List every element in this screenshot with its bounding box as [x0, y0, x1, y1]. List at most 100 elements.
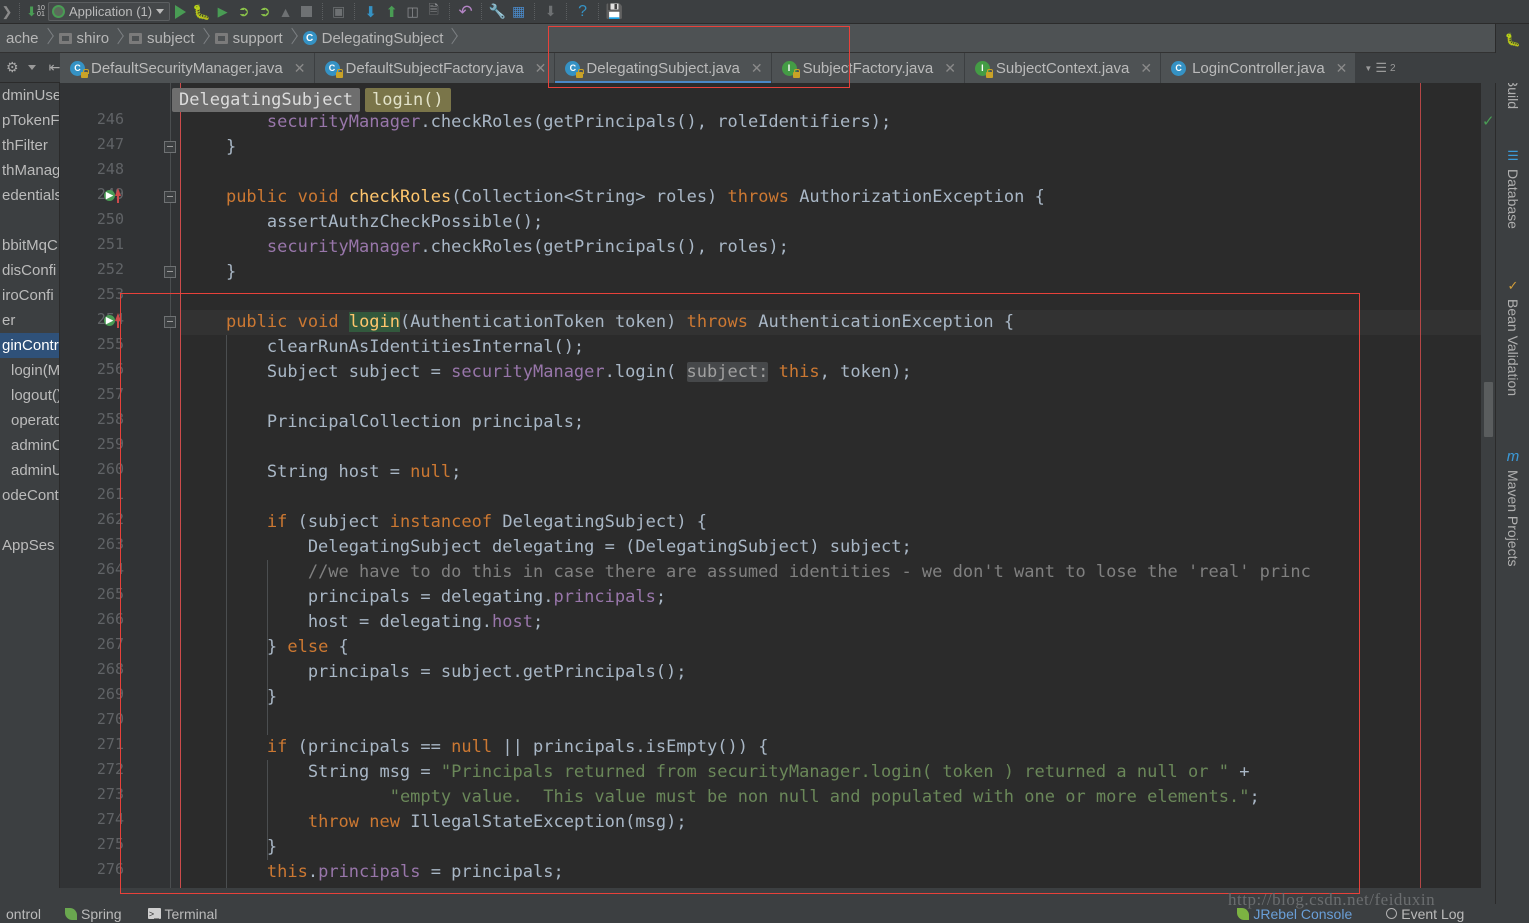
code-line[interactable]: } — [185, 135, 236, 160]
code-line[interactable]: securityManager.checkRoles(getPrincipals… — [185, 110, 891, 135]
structure-item[interactable] — [0, 508, 59, 533]
fold-toggle-icon[interactable] — [164, 266, 176, 278]
code-line[interactable]: assertAuthzCheckPossible(); — [185, 210, 543, 235]
structure-item[interactable]: disConfi — [0, 258, 59, 283]
structure-item[interactable]: AppSes — [0, 533, 59, 558]
breadcrumb-item-3[interactable]: support — [209, 24, 287, 53]
breadcrumb-item-4[interactable]: C DelegatingSubject — [297, 24, 448, 53]
code-line[interactable]: } — [185, 260, 236, 285]
jrebel-debug-icon[interactable]: ➲ — [254, 2, 275, 22]
breadcrumb-item-2[interactable]: subject — [123, 24, 199, 53]
breadcrumb-item-0[interactable]: ache — [0, 24, 43, 53]
fold-toggle-icon[interactable] — [164, 141, 176, 153]
nav-forward-icon[interactable]: ❯ — [0, 4, 14, 20]
code-line[interactable]: throw new IllegalStateException(msg); — [185, 810, 687, 835]
editor-gutter[interactable]: 2462472482492502512522532542552562572582… — [60, 83, 180, 888]
gutter-run-marker[interactable]: ▶ — [104, 313, 121, 328]
chevron-down-icon[interactable] — [27, 65, 36, 70]
structure-item[interactable]: pTokenF — [0, 108, 59, 133]
close-icon[interactable]: ✕ — [1336, 60, 1348, 77]
code-line[interactable]: } — [185, 685, 277, 710]
code-line[interactable]: principals = subject.getPrincipals(); — [185, 660, 687, 685]
editor-tab-bar[interactable]: C DefaultSecurityManager.java ✕ C DefaultSub… — [60, 53, 1529, 83]
code-line[interactable]: clearRunAsIdentitiesInternal(); — [185, 335, 584, 360]
code-line[interactable]: public void checkRoles(Collection<String… — [185, 185, 1045, 210]
step-over-icon[interactable]: ⬇ 10 01 — [25, 2, 46, 22]
gear-icon[interactable]: ⚙ — [6, 59, 19, 76]
status-item-version-control[interactable]: ontrol — [2, 906, 41, 922]
tool-button-database[interactable]: ☰ Database — [1496, 144, 1529, 229]
code-editor[interactable]: 2462472482492502512522532542552562572582… — [60, 83, 1495, 888]
chip-method-name[interactable]: login() — [365, 88, 451, 112]
structure-item[interactable]: odeCont — [0, 483, 59, 508]
code-line[interactable]: PrincipalCollection principals; — [185, 410, 584, 435]
code-line[interactable]: if (subject instanceof DelegatingSubject… — [185, 510, 707, 535]
close-icon[interactable]: ✕ — [944, 60, 956, 77]
run-configuration-selector[interactable]: Application (1) — [48, 2, 171, 21]
structure-item[interactable]: operato — [0, 408, 59, 433]
code-line[interactable]: this.authenticated = true; — [185, 885, 533, 888]
code-line[interactable]: "empty value. This value must be non nul… — [185, 785, 1260, 810]
tab-overflow-control[interactable]: ▼ ☰ 2 — [1356, 53, 1403, 83]
close-icon[interactable]: ✕ — [535, 60, 547, 77]
status-item-terminal[interactable]: >_ Terminal — [147, 906, 217, 922]
undo-icon[interactable]: ↶ — [455, 2, 476, 22]
structure-panel[interactable]: dminUser pTokenF thFilter thManag edentials b… — [0, 83, 60, 888]
editor-tab-subjectfactory[interactable]: I SubjectFactory.java ✕ — [771, 53, 965, 83]
structure-item[interactable]: login(M — [0, 358, 59, 383]
run-with-coverage-icon[interactable]: ▶ — [212, 2, 233, 22]
code-line[interactable]: this.principals = principals; — [185, 860, 564, 885]
fold-toggle-icon[interactable] — [164, 191, 176, 203]
code-line[interactable]: if (principals == null || principals.isE… — [185, 735, 769, 760]
breadcrumb-item-1[interactable]: shiro — [53, 24, 114, 53]
chip-class-name[interactable]: DelegatingSubject — [172, 88, 360, 112]
close-icon[interactable]: ✕ — [294, 60, 306, 77]
code-line[interactable]: Subject subject = securityManager.login(… — [185, 360, 912, 385]
structure-item[interactable]: logout() — [0, 383, 59, 408]
editor-tab-defaultsecuritymanager[interactable]: C DefaultSecurityManager.java ✕ — [60, 53, 315, 83]
editor-tab-delegatingsubject[interactable]: C DelegatingSubject.java ✕ — [555, 53, 772, 83]
chevron-down-icon[interactable]: ▼ — [1364, 64, 1372, 73]
close-icon[interactable]: ✕ — [751, 60, 763, 77]
code-line[interactable]: String msg = "Principals returned from s… — [185, 760, 1250, 785]
vcs-update-icon[interactable]: ⬇ — [360, 2, 381, 22]
vertical-scrollbar[interactable] — [1484, 382, 1493, 437]
structure-item[interactable]: dminUser — [0, 83, 59, 108]
tool-button-bean-validation[interactable]: ✓ Bean Validation — [1496, 274, 1529, 396]
structure-item[interactable]: thFilter — [0, 133, 59, 158]
structure-item[interactable]: adminC — [0, 433, 59, 458]
code-text-area[interactable]: securityManager.checkRoles(getPrincipals… — [180, 83, 1495, 888]
code-line[interactable]: DelegatingSubject delegating = (Delegati… — [185, 535, 912, 560]
run-gutter-icon[interactable]: ▶ — [104, 315, 115, 326]
structure-item[interactable]: adminU — [0, 458, 59, 483]
jrebel-run-icon[interactable]: ➲ — [233, 2, 254, 22]
editor-tab-defaultsubjectfactory[interactable]: C DefaultSubjectFactory.java ✕ — [314, 53, 556, 83]
gutter-run-marker[interactable]: ▶ — [104, 188, 121, 203]
editor-tab-logincontroller[interactable]: C LoginController.java ✕ — [1161, 53, 1357, 83]
structure-item[interactable]: thManag — [0, 158, 59, 183]
code-line[interactable]: //we have to do this in case there are a… — [185, 560, 1311, 585]
help-icon[interactable]: ? — [572, 2, 593, 22]
close-icon[interactable]: ✕ — [1140, 60, 1152, 77]
run-gutter-icon[interactable]: ▶ — [104, 190, 115, 201]
code-line[interactable]: } — [185, 835, 277, 860]
vcs-commit-icon[interactable]: ⬆ — [381, 2, 402, 22]
fold-toggle-icon[interactable] — [164, 316, 176, 328]
editor-tab-subjectcontext[interactable]: I SubjectContext.java ✕ — [964, 53, 1162, 83]
structure-icon[interactable]: ▦ — [508, 2, 529, 22]
settings-icon[interactable]: 🔧 — [487, 2, 508, 22]
collapse-panel-icon[interactable]: ⇤ — [49, 59, 61, 76]
code-line[interactable]: host = delegating.host; — [185, 610, 543, 635]
structure-item[interactable]: edentials — [0, 183, 59, 208]
disk-icon[interactable]: 💾 — [604, 2, 625, 22]
run-icon[interactable] — [170, 2, 191, 22]
structure-item[interactable]: iroConfi — [0, 283, 59, 308]
debug-icon[interactable]: 🐛 — [191, 2, 212, 22]
code-line[interactable]: principals = delegating.principals; — [185, 585, 666, 610]
tool-button-maven-projects[interactable]: m Maven Projects — [1496, 444, 1529, 566]
error-stripe[interactable]: ✓ — [1481, 83, 1495, 888]
code-line[interactable]: securityManager.checkRoles(getPrincipals… — [185, 235, 789, 260]
structure-item[interactable]: er — [0, 308, 59, 333]
code-line[interactable]: public void login(AuthenticationToken to… — [185, 310, 1014, 335]
structure-item[interactable]: bbitMqC — [0, 233, 59, 258]
